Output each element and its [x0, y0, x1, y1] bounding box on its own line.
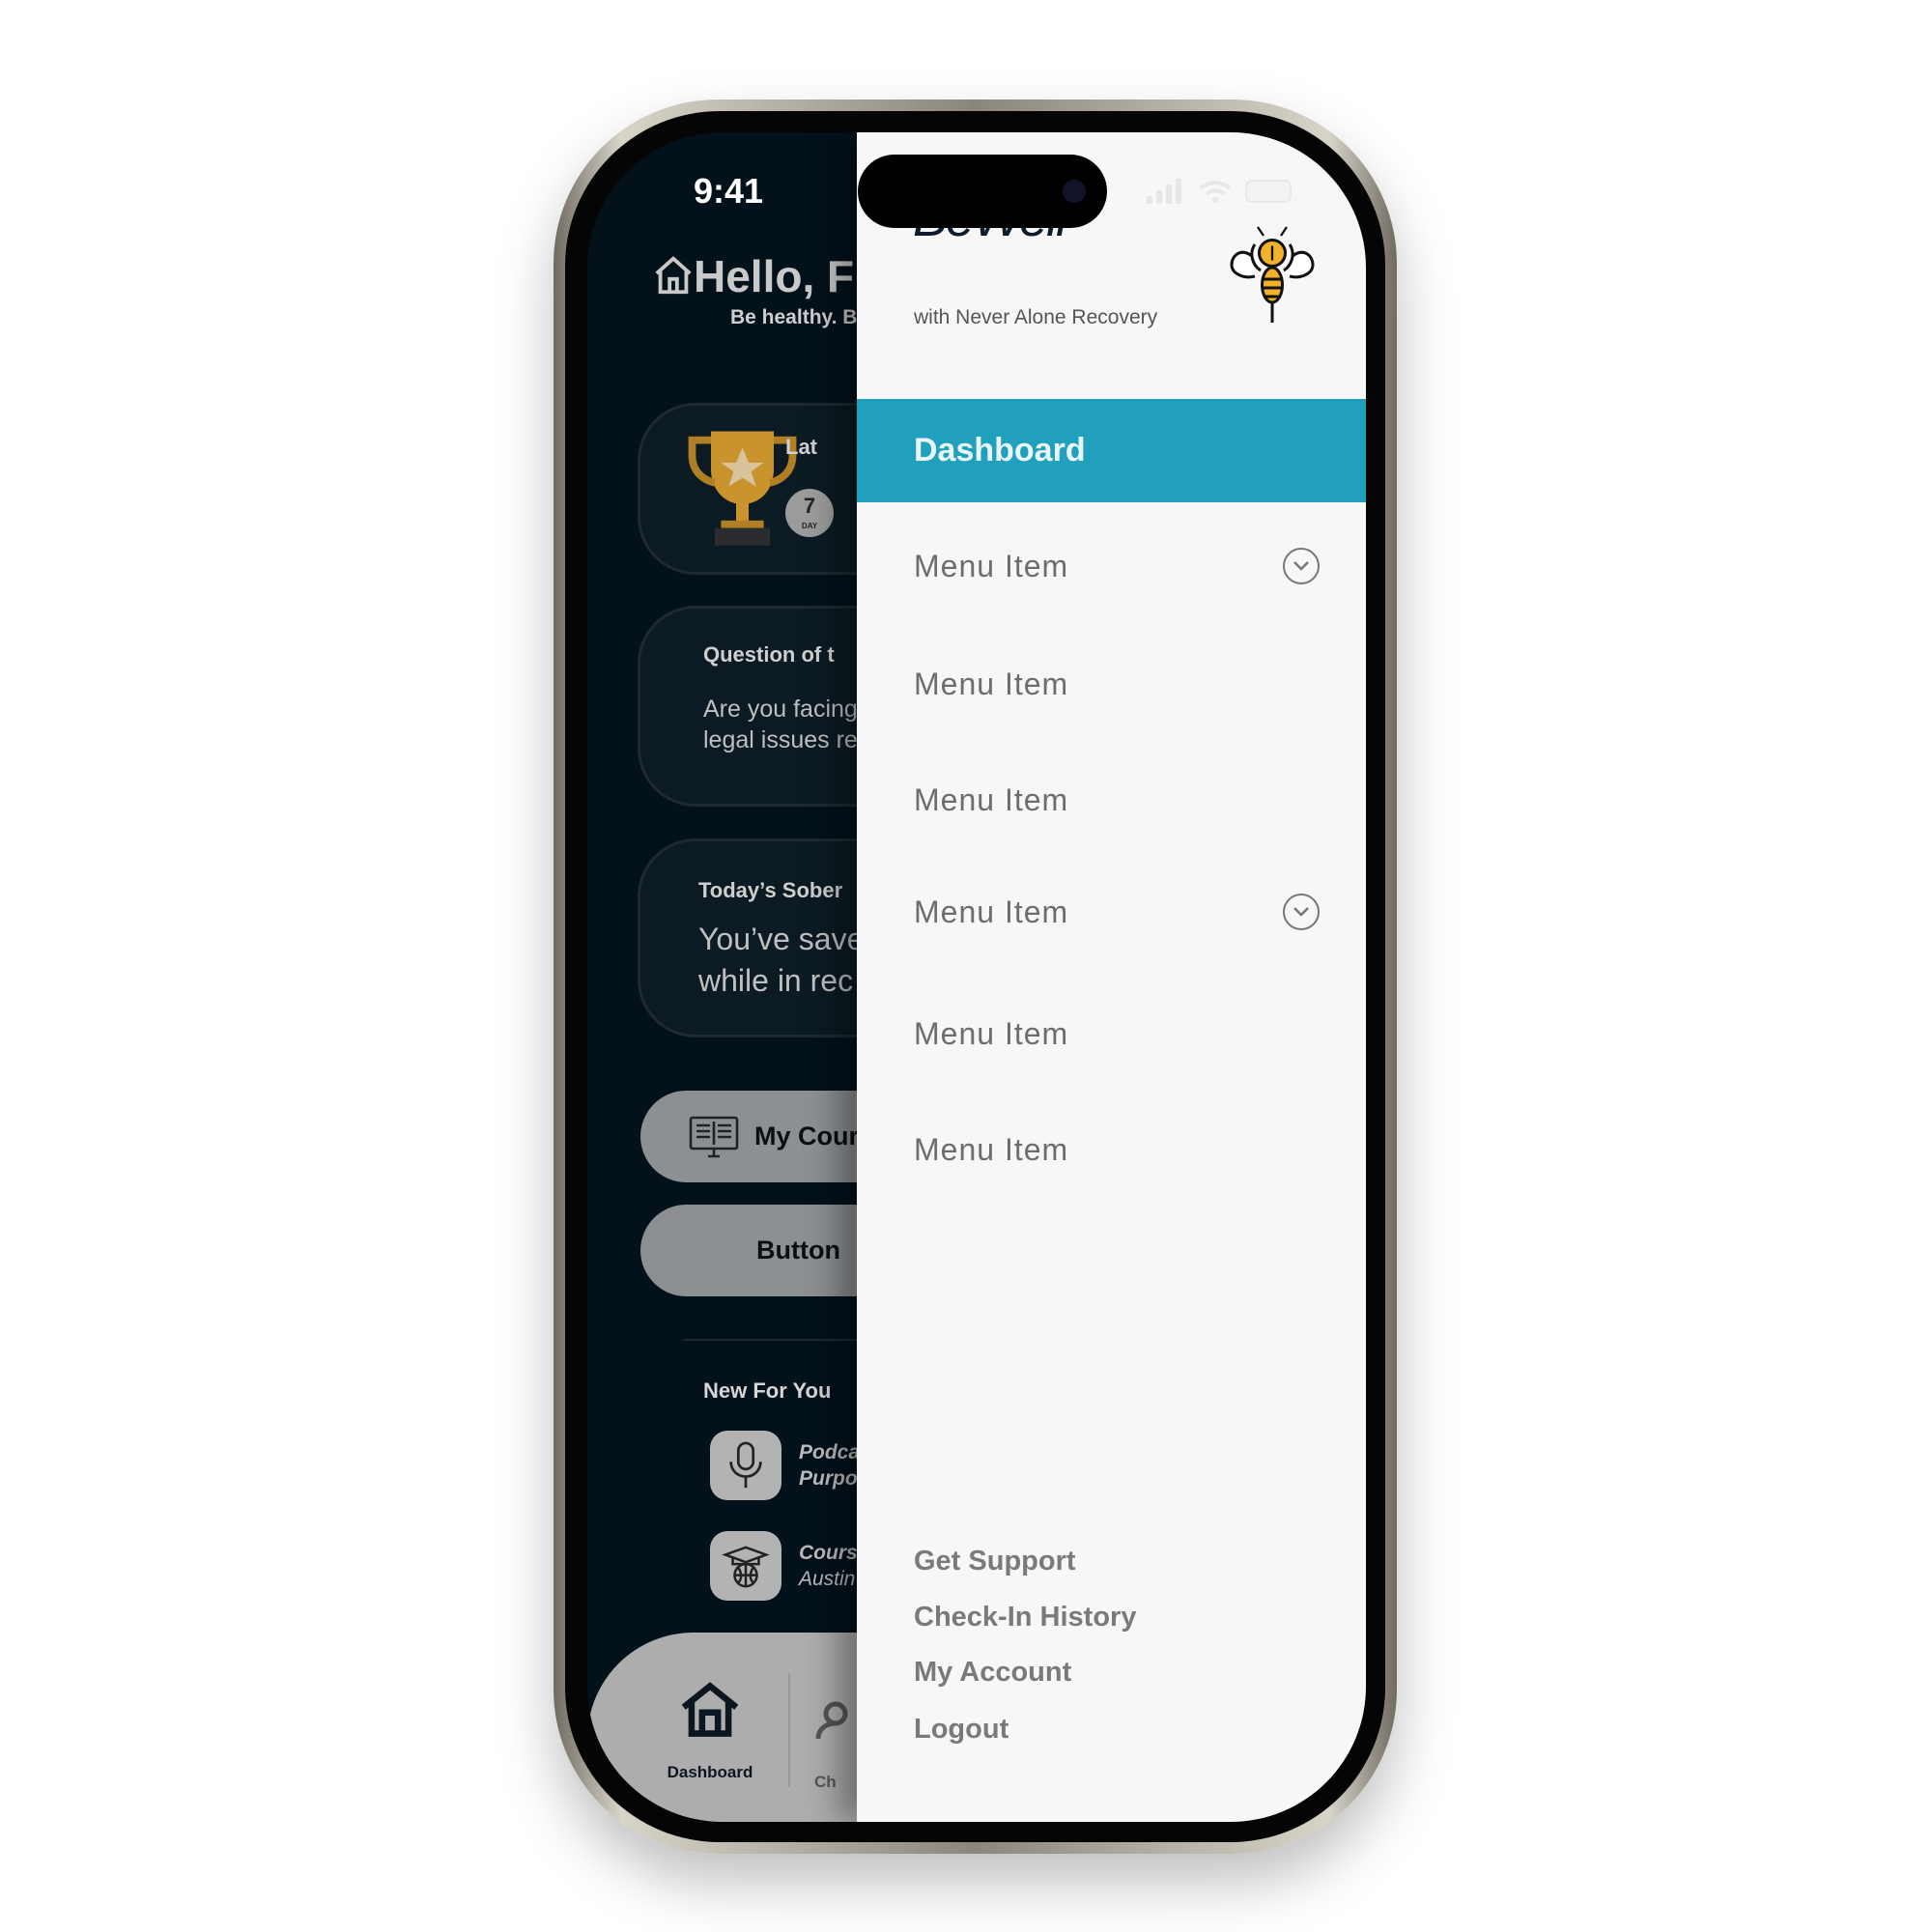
logout-link[interactable]: Logout	[914, 1714, 1009, 1746]
phone-screen: 9:41 Hello, F Be healthy. Be w Lat 7 DAY …	[587, 132, 1366, 1822]
home-icon	[655, 256, 692, 295]
menu-item-5[interactable]: Menu Item	[914, 1016, 1320, 1052]
check-in-history-link[interactable]: Check-In History	[914, 1602, 1136, 1634]
achievement-label: Lat	[785, 435, 817, 459]
course-text: Cours Austin	[799, 1540, 858, 1592]
graduation-globe-icon	[710, 1531, 781, 1601]
tab-dashboard[interactable]: Dashboard	[645, 1681, 775, 1782]
question-line-1: Are you facing	[703, 696, 858, 723]
menu-item-label: Menu Item	[914, 894, 1069, 929]
wifi-icon	[1199, 181, 1232, 204]
status-time: 9:41	[694, 171, 764, 211]
course-line-1: Cours	[799, 1542, 858, 1564]
battery-icon	[1245, 180, 1292, 203]
badge-unit: DAY	[801, 522, 818, 530]
new-item-course[interactable]: Cours Austin	[710, 1531, 858, 1601]
question-line-2: legal issues re	[703, 726, 858, 753]
generic-button-label: Button	[756, 1236, 840, 1264]
greeting: Hello, F	[694, 251, 855, 301]
menu-item-label: Menu Item	[914, 1132, 1069, 1167]
menu-item-4[interactable]: Menu Item	[914, 894, 1320, 930]
podcast-line-2: Purpo	[799, 1467, 858, 1490]
my-account-link[interactable]: My Account	[914, 1657, 1071, 1689]
menu-item-6[interactable]: Menu Item	[914, 1132, 1320, 1168]
get-support-link[interactable]: Get Support	[914, 1546, 1076, 1577]
tab-checkin[interactable]: Ch	[814, 1700, 853, 1792]
sober-line-1: You’ve save	[698, 922, 865, 956]
course-line-2: Austin	[799, 1568, 856, 1590]
home-icon	[681, 1682, 739, 1737]
tab-checkin-label: Ch	[814, 1773, 837, 1791]
menu-item-label: Menu Item	[914, 782, 1069, 817]
new-for-you-title: New For You	[703, 1378, 832, 1403]
sober-line-2: while in rec	[698, 963, 854, 998]
day-badge: 7 DAY	[785, 489, 834, 537]
menu-item-label: Menu Item	[914, 1016, 1069, 1051]
menu-item-label: Menu Item	[914, 667, 1069, 701]
tab-divider	[788, 1673, 790, 1787]
my-courses-label: My Cour	[754, 1122, 859, 1151]
menu-item-1[interactable]: Menu Item	[914, 548, 1320, 584]
podcast-text: Podca Purpo	[799, 1439, 860, 1492]
menu-item-3[interactable]: Menu Item	[914, 782, 1320, 818]
microphone-icon	[710, 1431, 781, 1500]
bee-logo-icon	[1230, 226, 1315, 323]
brand-tagline: with Never Alone Recovery	[914, 306, 1158, 328]
question-title: Question of t	[703, 642, 835, 667]
tab-dashboard-label: Dashboard	[667, 1763, 753, 1781]
sober-text: You’ve save while in rec	[698, 919, 864, 1002]
chevron-down-icon[interactable]	[1283, 894, 1320, 930]
dynamic-island	[858, 155, 1107, 228]
person-icon	[815, 1701, 848, 1740]
menu-item-label: Menu Item	[914, 548, 1069, 583]
badge-number: 7	[803, 494, 816, 518]
sober-title: Today’s Sober	[698, 878, 843, 902]
navigation-drawer: BeWell with Never Alone Recovery Dashboa…	[857, 132, 1366, 1822]
chevron-down-icon[interactable]	[1283, 548, 1320, 584]
menu-item-dashboard-active[interactable]: Dashboard	[857, 399, 1366, 502]
podcast-line-1: Podca	[799, 1441, 861, 1463]
new-item-podcast[interactable]: Podca Purpo	[710, 1431, 860, 1500]
menu-item-2[interactable]: Menu Item	[914, 667, 1320, 702]
status-icons	[1147, 179, 1292, 204]
signal-icon	[1147, 179, 1181, 204]
camera-icon	[1063, 180, 1086, 203]
online-course-icon	[689, 1116, 739, 1157]
question-text: Are you facing legal issues re	[703, 694, 858, 755]
